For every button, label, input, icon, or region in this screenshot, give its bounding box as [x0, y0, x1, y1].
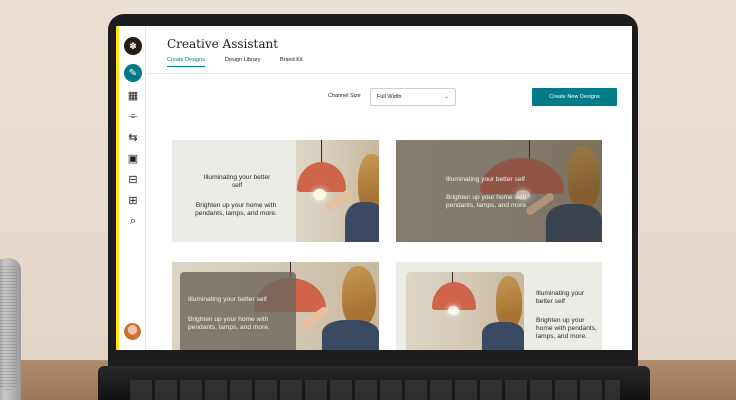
page-title: Creative Assistant: [167, 37, 279, 51]
sidebar-accent-bar: [116, 26, 119, 350]
person-body: [345, 202, 379, 242]
text-overlay-box: [180, 272, 296, 350]
tag-icon[interactable]: ⌯: [124, 107, 142, 125]
person-body: [322, 320, 379, 350]
design-card-4[interactable]: Illuminating your better self Brighten u…: [396, 262, 602, 350]
pencil-icon[interactable]: ✎: [124, 64, 142, 82]
design-card-3[interactable]: Illuminating your better self Brighten u…: [172, 262, 379, 350]
person-hair: [496, 276, 522, 328]
lamp-bulb: [313, 189, 326, 200]
lamp-bulb: [448, 306, 459, 315]
design-body: Brighten up your home with pendants, lam…: [195, 202, 277, 218]
tab-create-designs[interactable]: Create Designs: [167, 57, 205, 67]
page-header: Creative Assistant Create Designs Design…: [146, 26, 632, 74]
design-body: Brighten up your home with pendants, lam…: [446, 194, 528, 210]
avatar[interactable]: [124, 323, 141, 340]
channel-size-label: Channel Size: [328, 93, 361, 99]
lamp-cord: [321, 140, 322, 163]
design-headline: Illuminating your better self: [188, 296, 267, 303]
grid-icon[interactable]: ⊞: [124, 191, 142, 209]
calendar-icon[interactable]: ▣: [124, 149, 142, 167]
tab-design-library[interactable]: Design Library: [225, 57, 260, 66]
content-icon[interactable]: ⊟: [124, 170, 142, 188]
photo-overlay: [396, 140, 602, 242]
chevron-down-icon: ⌄: [443, 94, 449, 100]
design-text-panel: [172, 140, 296, 242]
tab-brand-kit[interactable]: Brand Kit: [280, 57, 303, 66]
freddie-logo-icon[interactable]: ✽: [124, 37, 142, 55]
laptop-keyboard: [130, 380, 620, 400]
design-body: Brighten up your home with pendants, lam…: [188, 316, 270, 332]
channel-size-value: Full Width: [377, 94, 402, 100]
design-body: Brighten up your home with pendants, lam…: [536, 317, 597, 341]
design-headline: Illuminating your better self: [446, 176, 525, 183]
design-headline: Illuminating your better self: [203, 174, 271, 190]
design-card-1[interactable]: Illuminating your better self Brighten u…: [172, 140, 379, 242]
person-body: [482, 322, 524, 350]
design-headline: Illuminating your better self: [536, 290, 585, 306]
person-hair: [342, 266, 376, 326]
design-card-2[interactable]: Illuminating your better self Brighten u…: [396, 140, 602, 242]
sidebar: ✽ ✎ ▦ ⌯ ⇆ ▣ ⊟ ⊞ ⌕: [116, 26, 146, 350]
automation-icon[interactable]: ⇆: [124, 128, 142, 146]
campaigns-icon[interactable]: ▦: [124, 86, 142, 104]
speaker-device: [0, 258, 21, 400]
app-window: ✽ ✎ ▦ ⌯ ⇆ ▣ ⊟ ⊞ ⌕ Creative Assistant Cre…: [116, 26, 632, 350]
channel-size-select[interactable]: Full Width ⌄: [370, 88, 456, 106]
search-icon[interactable]: ⌕: [124, 212, 142, 230]
create-new-designs-button[interactable]: Create New Designs: [532, 88, 617, 106]
